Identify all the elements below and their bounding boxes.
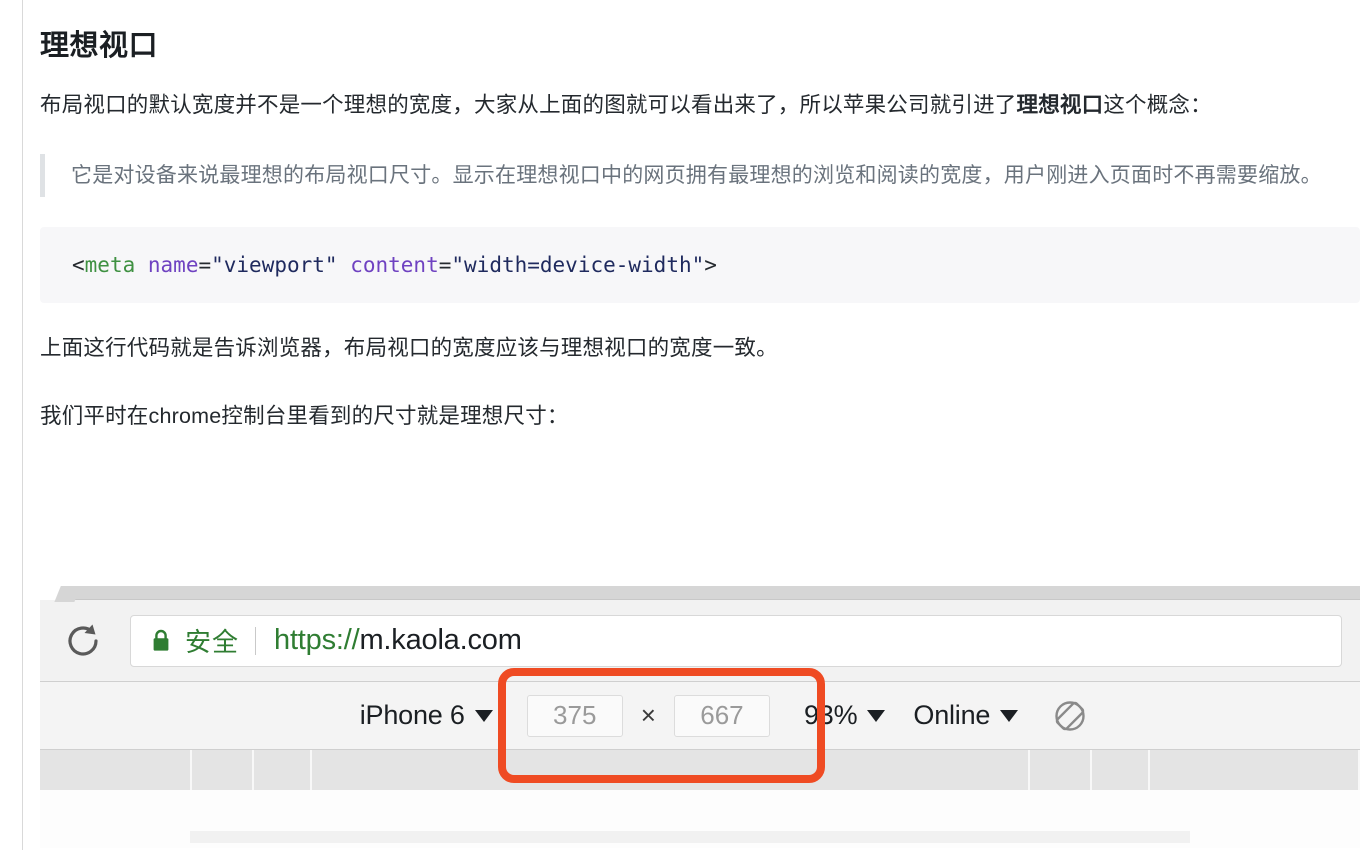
devtools-panel-tabs	[40, 750, 1360, 790]
rotate-screen-icon[interactable]	[1052, 698, 1088, 734]
lock-icon	[151, 629, 171, 652]
url-bar[interactable]: 安全 https://m.kaola.com	[130, 614, 1342, 667]
code-line: <meta name="viewport" content="width=dev…	[72, 251, 1360, 279]
page-left-rule	[22, 0, 23, 850]
code-token-space1	[135, 253, 148, 277]
url-scheme: https://	[274, 624, 360, 656]
code-token-punct-close: >	[704, 253, 717, 278]
panel-tab[interactable]	[192, 750, 254, 790]
paragraph-intro-part1: 布局视口的默认宽度并不是一个理想的宽度，大家从上面的图就可以看出来了，所以苹果公…	[40, 93, 1017, 118]
code-token-value-content: "width=device-width"	[451, 253, 705, 278]
panel-tab[interactable]	[40, 750, 192, 790]
browser-omnibox-row: 安全 https://m.kaola.com	[40, 600, 1360, 682]
chevron-down-icon-zoom[interactable]	[867, 709, 886, 722]
code-token-tag: meta	[84, 253, 136, 278]
code-token-value-name: "viewport"	[211, 253, 338, 278]
paragraph-intro-bold: 理想视口	[1016, 93, 1104, 118]
code-block: <meta name="viewport" content="width=dev…	[40, 227, 1360, 304]
zoom-level-label[interactable]: 93%	[804, 700, 858, 731]
device-selector-label[interactable]: iPhone 6	[360, 700, 465, 731]
paragraph-intro: 布局视口的默认宽度并不是一个理想的宽度，大家从上面的图就可以看出来了，所以苹果公…	[40, 86, 1356, 124]
chevron-down-icon-device[interactable]	[474, 709, 493, 722]
paragraph-devtools-note: 我们平时在chrome控制台里看到的尺寸就是理想尺寸：	[40, 404, 569, 429]
paragraph-intro-part2: 这个概念：	[1103, 93, 1212, 118]
panel-tab[interactable]	[254, 750, 312, 790]
network-throttle-label[interactable]: Online	[913, 700, 990, 731]
page-title: 理想视口	[40, 30, 159, 62]
code-token-attr-name: name	[147, 253, 199, 278]
panel-tab[interactable]	[1030, 750, 1092, 790]
panel-tab[interactable]	[1150, 750, 1360, 790]
url-divider	[255, 626, 257, 655]
viewport-width-input[interactable]: 375	[526, 694, 623, 737]
url-text: https://m.kaola.com	[274, 624, 522, 657]
panel-tab[interactable]	[1092, 750, 1150, 790]
code-token-eq1: =	[198, 253, 212, 278]
secure-label: 安全	[185, 627, 240, 657]
paragraph-explanation: 上面这行代码就是告诉浏览器，布局视口的宽度应该与理想视口的宽度一致。	[40, 336, 778, 361]
code-token-punct-open: <	[72, 253, 85, 278]
dimension-separator: ×	[640, 700, 656, 730]
url-host: m.kaola.com	[359, 624, 522, 656]
code-token-attr-content: content	[350, 253, 439, 278]
device-emulation-toolbar: iPhone 6 375 × 667 93% Online	[40, 682, 1360, 750]
code-token-eq2: =	[438, 253, 452, 278]
code-token-space2	[338, 253, 351, 277]
tab-corner	[54, 586, 82, 602]
browser-tab-strip	[40, 586, 1360, 602]
blockquote: 它是对设备来说最理想的布局视口尺寸。显示在理想视口中的网页拥有最理想的浏览和阅读…	[40, 154, 1356, 198]
panel-tab[interactable]	[312, 750, 1030, 790]
chevron-down-icon-network[interactable]	[1000, 709, 1019, 722]
viewport-height-input[interactable]: 667	[673, 694, 770, 737]
blockquote-text: 它是对设备来说最理想的布局视口尺寸。显示在理想视口中的网页拥有最理想的浏览和阅读…	[71, 164, 1322, 188]
reload-icon[interactable]	[62, 620, 104, 662]
devtools-panel-strip	[190, 831, 1190, 843]
browser-screenshot: 安全 https://m.kaola.com iPhone 6 375 × 66…	[40, 586, 1360, 850]
